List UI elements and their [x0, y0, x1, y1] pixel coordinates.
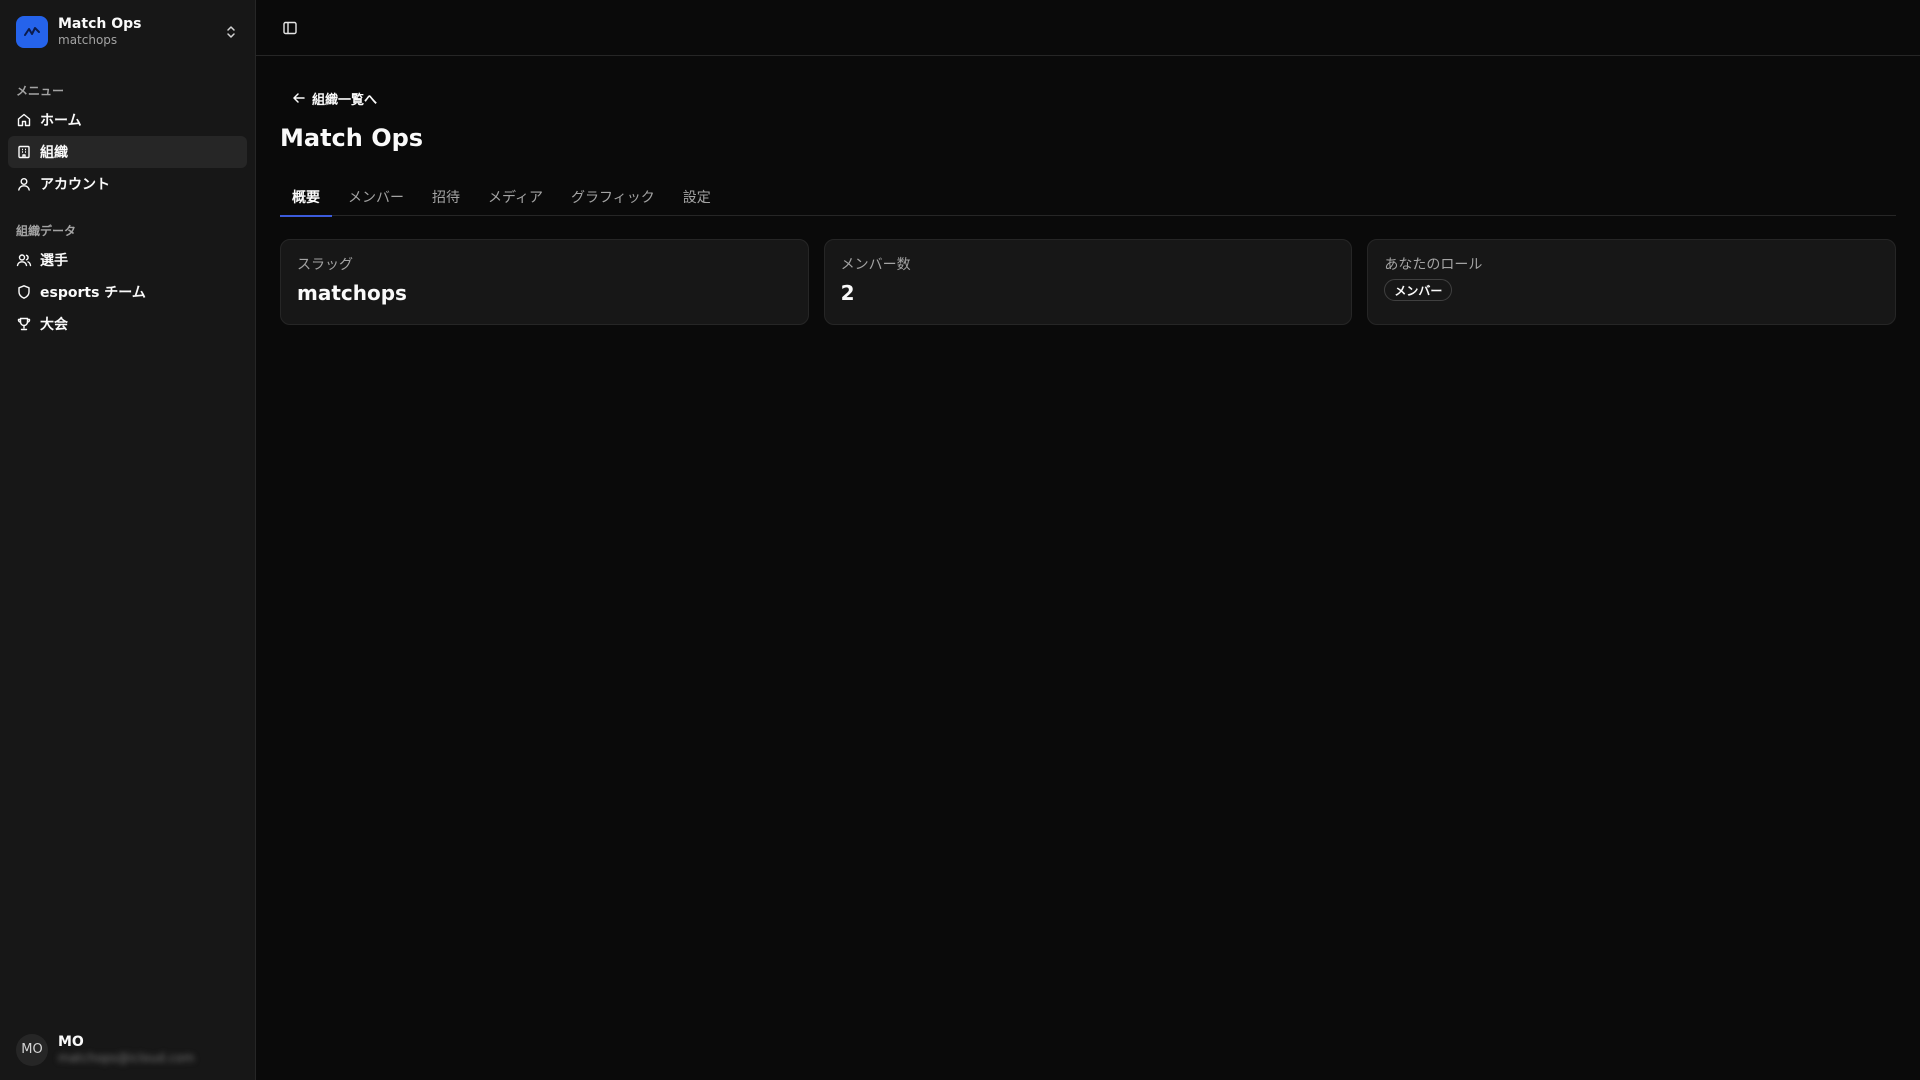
your-role-label: あなたのロール: [1384, 257, 1483, 273]
org-slug: matchops: [58, 33, 118, 48]
sidebar-item-label: アカウント: [40, 177, 110, 193]
shield-icon: [18, 285, 30, 299]
sidebar-item-label: 選手: [40, 253, 68, 269]
user-text: MO matchops@icloud.com: [58, 1034, 194, 1067]
tab-settings[interactable]: 設定: [671, 178, 723, 216]
users-icon: [16, 254, 32, 267]
nav-group-menu: メニュー ホーム 組織 アカウント: [0, 56, 255, 208]
main: 組織一覧へ Match Ops 概要 メンバー 招待 メディア グラフィック 設…: [256, 0, 1920, 1080]
sidebar: Match Ops matchops メニュー ホーム 組織 アカウント 組織デ…: [0, 0, 256, 1080]
arrow-left-icon: [293, 93, 305, 103]
sidebar-item-account[interactable]: アカウント: [8, 168, 247, 200]
sidebar-toggle-button[interactable]: [276, 14, 304, 42]
member-count-value: 2: [840, 281, 855, 305]
member-count-label: メンバー数: [840, 257, 911, 273]
chevrons-up-down-icon: [227, 26, 235, 38]
app-root: Match Ops matchops メニュー ホーム 組織 アカウント 組織デ…: [0, 0, 1920, 1080]
slug-card: スラッグ matchops: [280, 239, 809, 325]
back-to-org-list-link[interactable]: 組織一覧へ: [280, 84, 389, 112]
tab-invitations[interactable]: 招待: [420, 178, 472, 216]
role-badge: メンバー: [1384, 279, 1453, 301]
nav-group-label-menu: メニュー: [16, 83, 65, 98]
summary-cards: スラッグ matchops メンバー数 2 あなたのロール メンバー: [280, 239, 1897, 325]
topbar: [256, 0, 1920, 56]
your-role-card: あなたのロール メンバー: [1367, 239, 1897, 325]
user-menu[interactable]: MO MO matchops@icloud.com: [0, 1026, 255, 1080]
panel-left-icon: [283, 21, 297, 34]
sidebar-item-label: 組織: [40, 145, 68, 161]
tab-media[interactable]: メディア: [476, 178, 555, 216]
building-icon: [18, 145, 30, 159]
user-name: MO: [58, 1033, 84, 1050]
nav-group-label-org-data: 組織データ: [16, 223, 77, 238]
sidebar-item-label: 大会: [40, 317, 68, 333]
sidebar-item-tournaments[interactable]: 大会: [8, 308, 247, 340]
sidebar-item-esports-teams[interactable]: esports チーム: [8, 276, 247, 308]
org-name: Match Ops: [58, 16, 142, 33]
sidebar-item-label: esports チーム: [40, 285, 146, 301]
sidebar-item-organization[interactable]: 組織: [8, 136, 247, 168]
tab-graphics[interactable]: グラフィック: [559, 178, 667, 216]
tab-members[interactable]: メンバー: [336, 178, 416, 216]
org-text: Match Ops matchops: [58, 16, 213, 47]
tab-overview[interactable]: 概要: [280, 178, 332, 217]
nav-group-org-data: 組織データ 選手 esports チーム 大会: [0, 208, 255, 348]
content: 組織一覧へ Match Ops 概要 メンバー 招待 メディア グラフィック 設…: [256, 56, 1920, 325]
slug-label: スラッグ: [297, 257, 353, 273]
avatar: MO: [16, 1033, 48, 1066]
sidebar-item-home[interactable]: ホーム: [8, 104, 247, 136]
slug-value: matchops: [297, 281, 407, 305]
user-icon: [18, 178, 30, 191]
back-link-label: 組織一覧へ: [312, 92, 378, 108]
home-icon: [17, 113, 31, 127]
org-logo-icon: [16, 16, 48, 48]
org-switcher[interactable]: Match Ops matchops: [8, 8, 247, 56]
member-count-card: メンバー数 2: [823, 239, 1353, 325]
page-title: Match Ops: [280, 124, 424, 152]
tab-bar: 概要 メンバー 招待 メディア グラフィック 設定: [280, 178, 1896, 217]
user-email: matchops@icloud.com: [58, 1051, 195, 1065]
sidebar-item-players[interactable]: 選手: [8, 244, 247, 276]
trophy-icon: [17, 317, 31, 331]
sidebar-item-label: ホーム: [40, 113, 82, 129]
